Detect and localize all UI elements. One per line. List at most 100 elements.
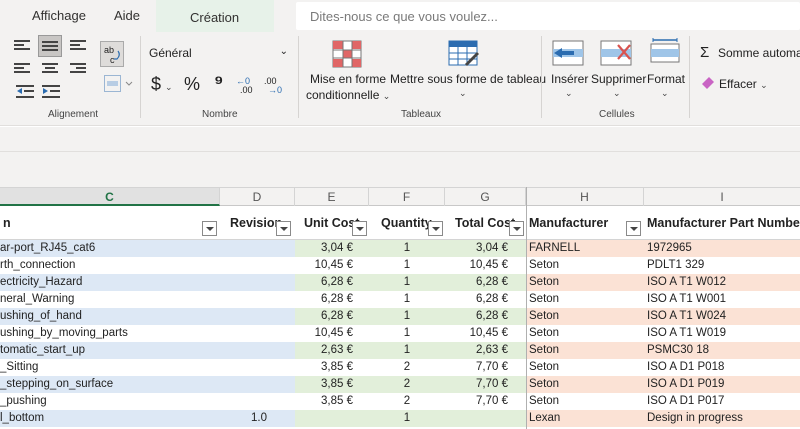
cell-i[interactable]: ISO A T1 W012 — [644, 274, 800, 291]
column-header-i[interactable]: I — [644, 188, 800, 206]
cell-d[interactable] — [220, 257, 295, 274]
align-top-icon[interactable] — [14, 40, 30, 52]
cell-i[interactable]: PSMC30 18 — [644, 342, 800, 359]
cell-g[interactable]: 3,04 € — [445, 240, 526, 257]
wrap-text-button[interactable]: ab c — [100, 41, 124, 67]
cell-e[interactable]: 3,04 € — [295, 240, 369, 257]
merge-center-icon[interactable] — [104, 75, 134, 93]
cell-d[interactable] — [220, 291, 295, 308]
cell-d[interactable] — [220, 342, 295, 359]
cell-g[interactable]: 6,28 € — [445, 274, 526, 291]
cell-f[interactable]: 1 — [369, 257, 445, 274]
cell-h[interactable]: Seton — [526, 359, 644, 376]
cell-d[interactable]: 1.0 — [220, 410, 295, 427]
cell-e[interactable]: 2,63 € — [295, 342, 369, 359]
filter-dropdown-icon[interactable] — [202, 221, 217, 236]
cell-c[interactable]: ushing_by_moving_parts — [0, 325, 220, 342]
cell-d[interactable] — [220, 393, 295, 410]
cell-d[interactable] — [220, 274, 295, 291]
cell-f[interactable]: 1 — [369, 410, 445, 427]
column-header-c[interactable]: C — [0, 188, 220, 206]
insert-button[interactable]: Insérer — [551, 72, 588, 86]
increase-decimal-icon[interactable]: ←0 .00 — [236, 76, 256, 94]
column-header-g[interactable]: G — [445, 188, 526, 206]
cell-f[interactable]: 2 — [369, 359, 445, 376]
column-header-f[interactable]: F — [369, 188, 445, 206]
cell-g[interactable]: 10,45 € — [445, 257, 526, 274]
cell-i[interactable]: ISO A T1 W019 — [644, 325, 800, 342]
cell-c[interactable]: l_bottom — [0, 410, 220, 427]
cell-d[interactable] — [220, 376, 295, 393]
delete-cells-icon[interactable] — [600, 40, 632, 66]
autosum-icon[interactable]: Σ — [700, 44, 709, 61]
cell-c[interactable]: neral_Warning — [0, 291, 220, 308]
filter-dropdown-icon[interactable] — [428, 221, 443, 236]
cell-e[interactable]: 6,28 € — [295, 308, 369, 325]
filter-dropdown-icon[interactable] — [352, 221, 367, 236]
cell-h[interactable]: Seton — [526, 342, 644, 359]
delete-button[interactable]: Supprimer — [591, 72, 646, 86]
cell-e[interactable]: 10,45 € — [295, 325, 369, 342]
cell-g[interactable] — [445, 410, 526, 427]
autosum-button[interactable]: Somme automat — [718, 46, 800, 60]
cell-e[interactable]: 3,85 € — [295, 393, 369, 410]
tab-creation[interactable]: Création — [156, 0, 274, 32]
cell-h[interactable]: FARNELL — [526, 240, 644, 257]
cell-g[interactable]: 2,63 € — [445, 342, 526, 359]
insert-cells-icon[interactable] — [552, 40, 584, 66]
align-left-icon[interactable] — [14, 63, 30, 75]
column-header-h[interactable]: H — [526, 188, 644, 206]
tell-me-search[interactable]: Dites-nous ce que vous voulez... — [296, 2, 800, 30]
cell-i[interactable]: Design in progress — [644, 410, 800, 427]
cell-g[interactable]: 7,70 € — [445, 376, 526, 393]
cell-c[interactable]: ar-port_RJ45_cat6 — [0, 240, 220, 257]
cell-c[interactable]: _stepping_on_surface — [0, 376, 220, 393]
cell-c[interactable]: tomatic_start_up — [0, 342, 220, 359]
cell-i[interactable]: ISO A D1 P017 — [644, 393, 800, 410]
cell-h[interactable]: Seton — [526, 257, 644, 274]
tab-aide[interactable]: Aide — [114, 8, 140, 23]
cell-f[interactable]: 1 — [369, 342, 445, 359]
eraser-icon[interactable] — [700, 75, 716, 89]
comma-button[interactable]: ⁹ — [214, 72, 224, 95]
cell-h[interactable]: Seton — [526, 376, 644, 393]
cell-e[interactable]: 10,45 € — [295, 257, 369, 274]
cell-i[interactable]: 1972965 — [644, 240, 800, 257]
cell-g[interactable]: 7,70 € — [445, 359, 526, 376]
number-format-select[interactable]: Général ⌄ — [146, 42, 292, 64]
cell-c[interactable]: ushing_of_hand — [0, 308, 220, 325]
cell-h[interactable]: Seton — [526, 308, 644, 325]
conditional-formatting-label1[interactable]: Mise en forme — [310, 72, 386, 86]
cell-i[interactable]: PDLT1 329 — [644, 257, 800, 274]
format-as-table-button[interactable]: Mettre sous forme de tableau — [390, 72, 546, 86]
cell-f[interactable]: 2 — [369, 376, 445, 393]
cell-d[interactable] — [220, 240, 295, 257]
cell-d[interactable] — [220, 308, 295, 325]
filter-dropdown-icon[interactable] — [509, 221, 524, 236]
cell-f[interactable]: 1 — [369, 291, 445, 308]
cell-f[interactable]: 1 — [369, 308, 445, 325]
cell-e[interactable]: 6,28 € — [295, 291, 369, 308]
cell-e[interactable]: 3,85 € — [295, 359, 369, 376]
cell-c[interactable]: ectricity_Hazard — [0, 274, 220, 291]
cell-h[interactable]: Seton — [526, 274, 644, 291]
cell-d[interactable] — [220, 359, 295, 376]
cell-g[interactable]: 10,45 € — [445, 325, 526, 342]
column-header-d[interactable]: D — [220, 188, 295, 206]
cell-d[interactable] — [220, 325, 295, 342]
cell-h[interactable]: Seton — [526, 325, 644, 342]
align-middle-button[interactable] — [38, 35, 62, 57]
format-as-table-icon[interactable] — [448, 40, 480, 68]
clear-button[interactable]: Effacer ⌄ — [719, 77, 768, 91]
cell-c[interactable]: _pushing — [0, 393, 220, 410]
format-button[interactable]: Format — [647, 72, 685, 86]
cell-e[interactable]: 6,28 € — [295, 274, 369, 291]
align-right-icon[interactable] — [70, 63, 86, 75]
cell-e[interactable]: 3,85 € — [295, 376, 369, 393]
currency-button[interactable]: $ ⌄ — [151, 74, 173, 95]
increase-indent-icon[interactable] — [42, 85, 60, 99]
conditional-formatting-icon[interactable] — [332, 40, 362, 68]
cell-f[interactable]: 1 — [369, 240, 445, 257]
tab-affichage[interactable]: Affichage — [32, 8, 86, 23]
decrease-decimal-icon[interactable]: .00 →0 — [264, 76, 286, 94]
